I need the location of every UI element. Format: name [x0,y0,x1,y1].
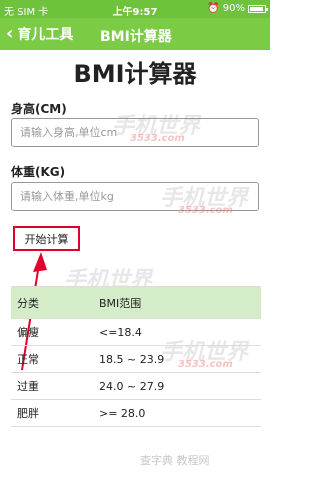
table-cell-range: 18.5 ~ 23.9 [93,345,261,373]
table-cell-category: 过重 [11,372,93,400]
table-cell-range: 24.0 ~ 27.9 [93,372,261,400]
watermark-site-2: 3533.com [178,205,233,216]
table-cell-range: >= 28.0 [93,399,261,427]
table-row: 偏瘦 <=18.4 [11,318,261,346]
table-cell-range: <=18.4 [93,318,261,346]
table-cell-category: 正常 [11,345,93,373]
table-header-range: BMI范围 [93,286,261,319]
watermark-site-1: 3533.com [130,133,185,144]
table-header-row: 分类 BMI范围 [11,286,261,319]
table-cell-category: 偏瘦 [11,318,93,346]
bmi-table: 分类 BMI范围 偏瘦 <=18.4 正常 18.5 ~ 23.9 过重 24.… [11,286,261,427]
table-header-category: 分类 [11,286,93,319]
footer-watermark: 查字典 教程网 [140,454,210,467]
table-row: 肥胖 >= 28.0 [11,399,261,427]
table-row: 正常 18.5 ~ 23.9 [11,345,261,373]
table-row: 过重 24.0 ~ 27.9 [11,372,261,400]
table-cell-category: 肥胖 [11,399,93,427]
